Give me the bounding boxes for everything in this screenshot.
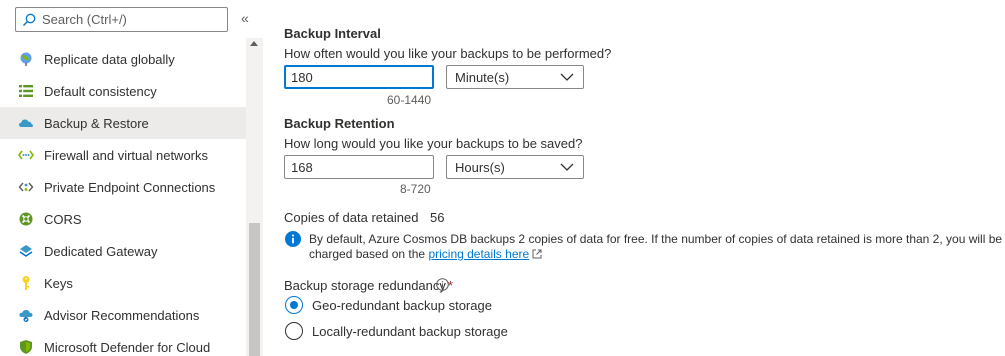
globe-icon [18,51,34,67]
sidebar-item-default-consistency[interactable]: Default consistency [0,75,246,107]
consistency-bars-icon [18,83,34,99]
backup-retention-range: 8-720 [400,182,431,196]
backup-retention-input[interactable] [284,155,434,179]
sidebar-item-label: Microsoft Defender for Cloud [44,339,211,355]
sidebar-item-label: Keys [44,275,73,291]
radio-geo-redundant[interactable]: Geo-redundant backup storage [285,295,492,315]
backup-retention-question: How long would you like your backups to … [284,136,583,151]
info-icon [285,231,301,247]
backup-retention-title: Backup Retention [284,116,395,131]
sidebar-item-keys[interactable]: Keys [0,267,246,299]
sidebar-item-microsoft-defender-for-cloud[interactable]: Microsoft Defender for Cloud [0,331,246,356]
sidebar-item-label: Firewall and virtual networks [44,147,209,163]
backup-settings-panel: Backup Interval How often would you like… [284,0,1005,356]
radio-button-unchecked[interactable] [285,322,303,340]
advisor-icon [18,307,34,323]
sidebar-item-label: CORS [44,211,82,227]
sidebar-item-backup-restore[interactable]: Backup & Restore [0,107,246,139]
backup-interval-title: Backup Interval [284,26,381,41]
scroll-thumb[interactable] [249,223,260,356]
storage-redundancy-label: Backup storage redundancy * [284,278,453,293]
sidebar-item-replicate-data-globally[interactable]: Replicate data globally [0,43,246,75]
nav-list: Replicate data globally Default consiste… [0,43,246,356]
sidebar-item-private-endpoint-connections[interactable]: Private Endpoint Connections [0,171,246,203]
search-input[interactable] [42,12,222,27]
info-message: By default, Azure Cosmos DB backups 2 co… [309,232,1005,262]
radio-button-checked[interactable] [285,296,303,314]
private-endpoint-icon [18,179,34,195]
sidebar-item-label: Dedicated Gateway [44,243,158,259]
help-info-icon[interactable] [436,278,449,291]
sidebar-item-label: Backup & Restore [44,115,149,131]
radio-label: Locally-redundant backup storage [312,323,508,339]
cloud-backup-icon [18,115,34,131]
sidebar-item-label: Replicate data globally [44,51,175,67]
sidebar-item-label: Advisor Recommendations [44,307,200,323]
sidebar-item-label: Default consistency [44,83,157,99]
pricing-details-link[interactable]: pricing details here [428,247,529,261]
gateway-icon [18,243,34,259]
key-icon [18,275,34,291]
search-box[interactable] [15,7,228,32]
defender-shield-icon [18,339,34,355]
storage-redundancy-label-text: Backup storage redundancy [284,278,446,293]
external-link-icon [532,249,542,259]
cors-icon [18,211,34,227]
dropdown-selected-value: Hours(s) [455,159,505,175]
chevron-down-icon [560,163,574,171]
info-message-text: By default, Azure Cosmos DB backups 2 co… [309,232,1003,261]
sidebar-item-label: Private Endpoint Connections [44,179,216,195]
resource-menu-sidebar: « Replicate data globally Default consis… [0,0,263,356]
backup-retention-unit-dropdown[interactable]: Hours(s) [446,155,584,179]
chevron-down-icon [560,73,574,81]
copies-retained-label: Copies of data retained [284,210,419,225]
backup-interval-input[interactable] [284,65,434,89]
search-icon [23,13,36,26]
sidebar-scrollbar[interactable] [246,38,263,356]
radio-locally-redundant[interactable]: Locally-redundant backup storage [285,321,508,341]
radio-label: Geo-redundant backup storage [312,297,492,313]
firewall-network-icon [18,147,34,163]
backup-interval-question: How often would you like your backups to… [284,46,612,61]
sidebar-item-advisor-recommendations[interactable]: Advisor Recommendations [0,299,246,331]
backup-interval-unit-dropdown[interactable]: Minute(s) [446,65,584,89]
scroll-up-arrow-icon[interactable] [250,41,258,46]
sidebar-item-cors[interactable]: CORS [0,203,246,235]
collapse-sidebar-button[interactable]: « [241,10,249,26]
copies-retained-value: 56 [430,210,445,225]
sidebar-item-firewall-virtual-networks[interactable]: Firewall and virtual networks [0,139,246,171]
dropdown-selected-value: Minute(s) [455,69,510,85]
sidebar-item-dedicated-gateway[interactable]: Dedicated Gateway [0,235,246,267]
backup-interval-range: 60-1440 [387,93,432,107]
